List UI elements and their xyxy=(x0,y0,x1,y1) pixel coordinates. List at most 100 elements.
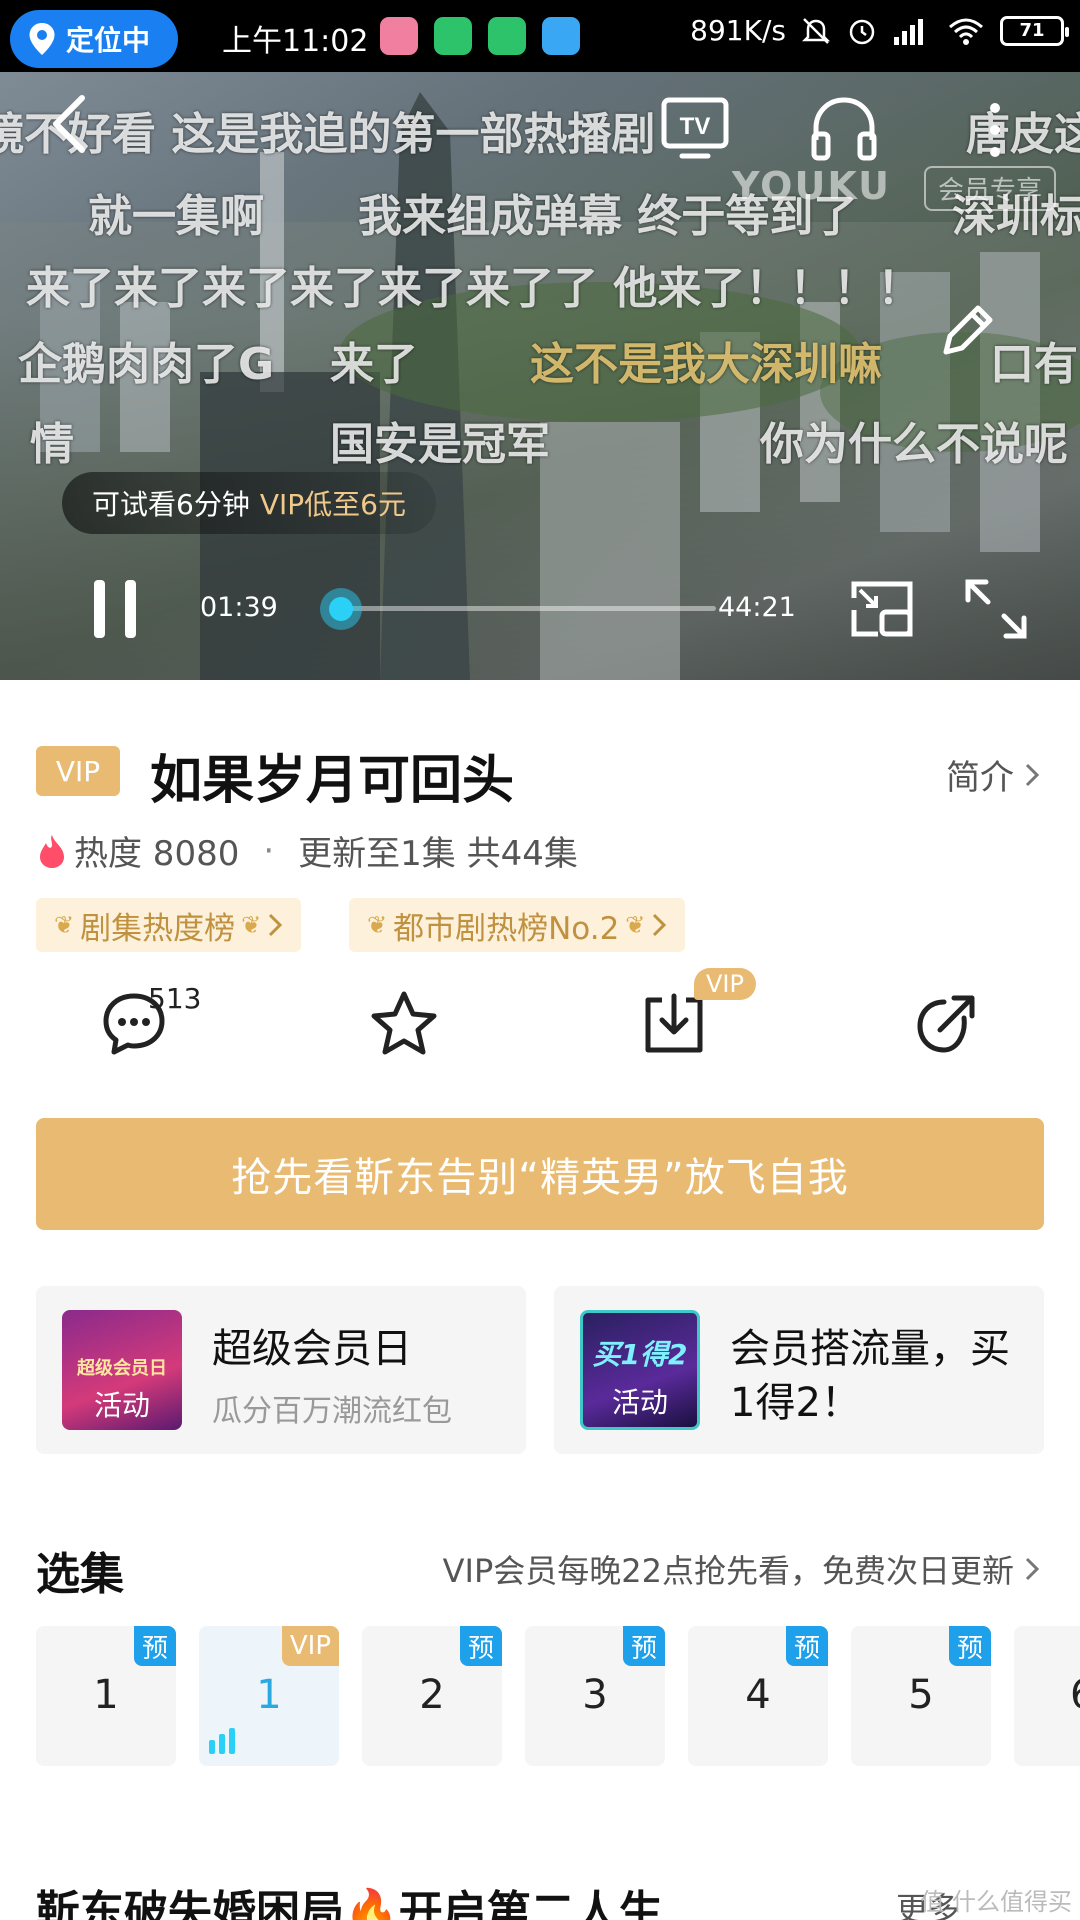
flame-icon xyxy=(40,834,64,868)
danmaku-comment: 来了 xyxy=(330,339,418,390)
favorite-star-icon[interactable] xyxy=(368,988,440,1060)
promo-thumb-label: 活动 xyxy=(93,1389,150,1422)
shield-app-icon-2 xyxy=(488,17,526,55)
shield-app-icon xyxy=(434,17,472,55)
back-arrow-icon[interactable] xyxy=(46,92,92,156)
total-time: 44:21 xyxy=(718,592,796,623)
fullscreen-icon[interactable] xyxy=(962,576,1030,642)
promo-title: 会员搭流量，买1得2！ xyxy=(730,1326,1010,1426)
video-player[interactable]: 镜不好看 这是我追的第一部热播剧 唐皮这 就一集啊 我来组成弹幕 终于等到了 深… xyxy=(0,72,1080,680)
current-time: 01:39 xyxy=(200,592,278,623)
episode-number: 1 xyxy=(256,1672,282,1718)
location-pin-icon xyxy=(29,23,55,55)
share-icon[interactable] xyxy=(910,988,982,1060)
site-watermark: 值 什么值得买 xyxy=(920,1888,1072,1916)
preview-badge: 预 xyxy=(459,1626,502,1666)
vip-only-tag: 会员专享 xyxy=(924,166,1057,211)
preview-promo-button[interactable]: 抢先看靳东告别“精英男”放飞自我 xyxy=(36,1118,1044,1230)
danmaku-comment: 来了来了来了来了来了来了了 他来了！！！！ xyxy=(26,263,922,314)
danmaku-edit-pencil-icon[interactable] xyxy=(934,298,1000,364)
episode-number: 6 xyxy=(1014,1672,1080,1718)
rank-tag-drama-heat[interactable]: ❦ 剧集热度榜 ❦ xyxy=(36,898,302,952)
episodes-note: VIP会员每晚22点抢先看，免费次日更新 xyxy=(442,1552,1014,1590)
alarm-icon xyxy=(849,19,875,44)
laurel-icon: ❦ xyxy=(54,911,75,939)
location-pill[interactable]: 定位中 xyxy=(10,10,178,68)
chevron-right-icon xyxy=(653,913,667,937)
episodes-section-title: 选集 xyxy=(36,1549,124,1600)
progress-track[interactable] xyxy=(340,606,716,611)
svg-text:TV: TV xyxy=(680,113,711,140)
episode-tile[interactable]: 1 预 xyxy=(36,1626,176,1766)
chevron-right-icon xyxy=(269,913,283,937)
episode-number: 1 xyxy=(93,1672,119,1718)
notification-icons xyxy=(380,17,580,55)
update-status: 更新至1集 共44集 xyxy=(298,834,578,874)
danmaku-comment: 这不是我大深圳嘛 xyxy=(530,339,882,390)
bilibili-app-icon xyxy=(380,17,418,55)
promo-thumb-label: 活动 xyxy=(611,1386,668,1419)
danmaku-comment: 企鹅肉肉了G xyxy=(18,339,275,390)
trial-text: 可试看6分钟 xyxy=(92,488,250,521)
episode-tile[interactable]: 5 预 xyxy=(851,1626,991,1766)
pause-button[interactable] xyxy=(94,580,136,638)
separator-dot: · xyxy=(263,830,275,871)
pause-bar xyxy=(125,580,136,638)
promo-card-buy-one-get-two[interactable]: 买1得2 活动 会员搭流量，买1得2！ xyxy=(554,1286,1044,1454)
episode-number: 5 xyxy=(908,1672,934,1718)
episode-tile[interactable]: 6 xyxy=(1014,1626,1080,1766)
vip-tag: VIP xyxy=(36,746,120,796)
trial-vip-price: VIP低至6元 xyxy=(259,488,406,521)
rank-label: 剧集热度榜 xyxy=(80,910,236,947)
status-bar: 定位中 上午11:02 891K/s 71 xyxy=(0,0,1080,72)
chevron-right-icon xyxy=(1025,1557,1040,1581)
related-section-title: 靳东破失婚困局🔥开启第二人生 xyxy=(36,1887,663,1920)
promo-subtitle: 瓜分百万潮流红包 xyxy=(212,1394,452,1429)
rank-label: 都市剧热榜No.2 xyxy=(393,910,620,947)
heat-value: 热度 8080 xyxy=(74,834,240,874)
promo-thumbnail: 买1得2 活动 xyxy=(580,1310,700,1430)
promo-thumb-text: 超级会员日 xyxy=(77,1358,167,1379)
intro-link[interactable]: 简介 xyxy=(946,750,1040,799)
danmaku-comment: 你为什么不说呢 xyxy=(760,419,1068,470)
clock: 上午11:02 xyxy=(222,24,369,59)
location-label: 定位中 xyxy=(66,24,151,57)
show-meta: 热度 8080 · 更新至1集 共44集 xyxy=(38,826,578,875)
episodes-schedule-link[interactable]: VIP会员每晚22点抢先看，免费次日更新 xyxy=(443,1546,1040,1592)
battery-indicator: 71 xyxy=(1000,15,1069,46)
playing-equalizer-icon xyxy=(209,1728,235,1754)
promo-thumbnail: 超级会员日 活动 xyxy=(62,1310,182,1430)
episode-list: 1 预 1 VIP 2 预 3 预 4 预 5 预 6 xyxy=(36,1626,1080,1768)
pause-bar xyxy=(94,580,105,638)
danmaku-comment: 情 xyxy=(30,419,74,470)
promo-title: 超级会员日 xyxy=(212,1326,412,1372)
net-speed: 891K/s xyxy=(690,14,786,47)
preview-badge: 预 xyxy=(785,1626,828,1666)
episode-number: 3 xyxy=(582,1672,608,1718)
progress-knob[interactable] xyxy=(320,588,362,630)
intro-label: 简介 xyxy=(946,758,1014,798)
episode-number: 4 xyxy=(745,1672,771,1718)
pip-mode-icon[interactable] xyxy=(848,578,916,640)
promo-thumb-text: 买1得2 xyxy=(592,1338,688,1371)
preview-badge: 预 xyxy=(133,1626,176,1666)
headphones-icon[interactable] xyxy=(808,94,880,162)
youku-watermark: YOUKU xyxy=(732,164,891,208)
preview-badge: 预 xyxy=(948,1626,991,1666)
trial-banner[interactable]: 可试看6分钟 VIP低至6元 xyxy=(62,472,436,534)
danmaku-comment: 国安是冠军 xyxy=(330,419,550,470)
more-options-icon[interactable] xyxy=(980,98,1010,162)
danmaku-comment: 镜不好看 这是我追的第一部热播剧 xyxy=(0,109,656,160)
episode-tile-playing[interactable]: 1 VIP xyxy=(199,1626,339,1766)
promo-card-super-member-day[interactable]: 超级会员日 活动 超级会员日 瓜分百万潮流红包 xyxy=(36,1286,526,1454)
tv-cast-icon[interactable]: TV xyxy=(660,96,730,160)
rank-tag-urban-drama[interactable]: ❦ 都市剧热榜No.2 ❦ xyxy=(349,898,686,952)
wifi-icon xyxy=(949,18,983,45)
vip-badge: VIP xyxy=(281,1626,339,1666)
browser-app-icon xyxy=(542,17,580,55)
episode-tile[interactable]: 2 预 xyxy=(362,1626,502,1766)
danmaku-comment: 口有 xyxy=(990,339,1078,390)
laurel-icon: ❦ xyxy=(367,911,388,939)
episode-tile[interactable]: 3 预 xyxy=(525,1626,665,1766)
episode-tile[interactable]: 4 预 xyxy=(688,1626,828,1766)
